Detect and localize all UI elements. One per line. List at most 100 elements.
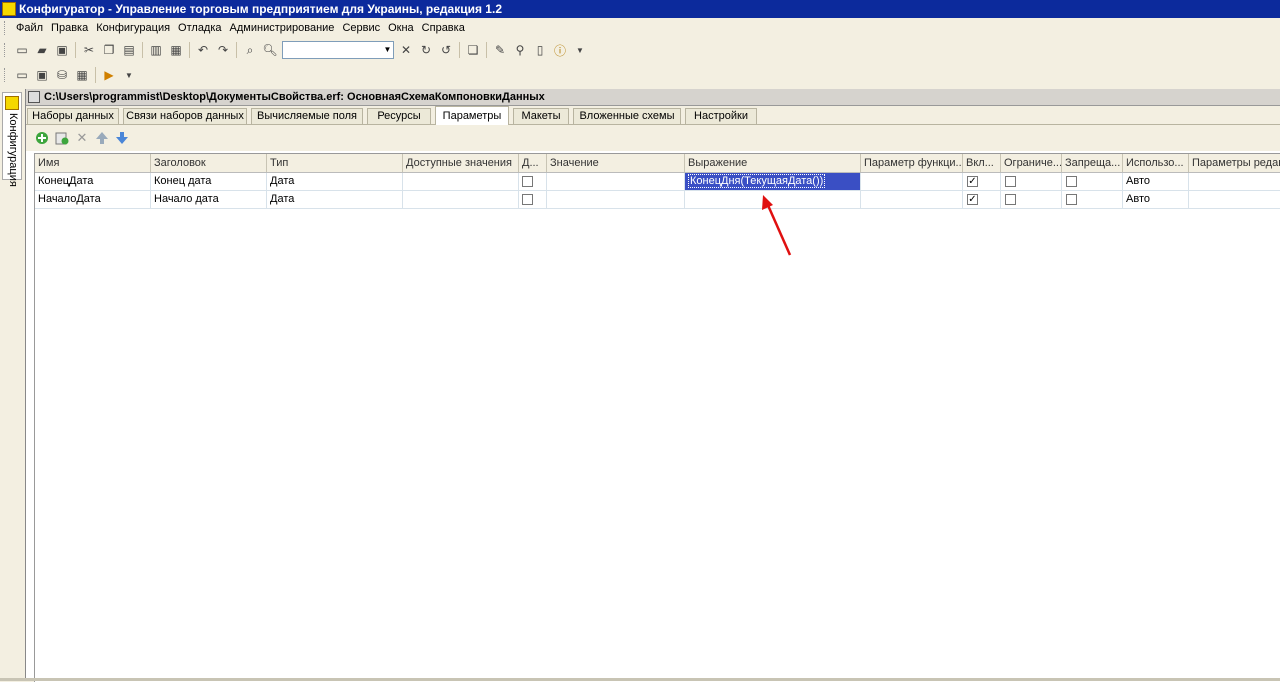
cell-title[interactable]: Начало дата <box>151 191 267 208</box>
col-d[interactable]: Д... <box>519 154 547 172</box>
run-debug-icon[interactable]: ▶ <box>101 67 117 83</box>
undo-icon[interactable]: ↶ <box>195 42 211 58</box>
syntax-assistant-icon[interactable]: ✎ <box>492 42 508 58</box>
cell-restrict[interactable] <box>1001 191 1062 208</box>
windows-icon[interactable]: ❏ <box>465 42 481 58</box>
forbid-checkbox[interactable] <box>1066 176 1077 187</box>
chevron-down-icon[interactable]: ▼ <box>382 43 393 57</box>
tab-datasets[interactable]: Наборы данных <box>27 108 119 124</box>
cell-function-param[interactable] <box>861 173 963 190</box>
toolbar-overflow-icon[interactable]: ▼ <box>121 67 137 83</box>
save-icon[interactable]: ▣ <box>54 42 70 58</box>
enabled-checkbox[interactable]: ✓ <box>967 176 978 187</box>
close-icon[interactable]: ✕ <box>398 42 414 58</box>
cell-d[interactable] <box>519 173 547 190</box>
find-in-page-icon[interactable]: ⌕ <box>242 42 258 58</box>
config-window-icon[interactable]: ▭ <box>14 67 30 83</box>
redo-icon[interactable]: ↷ <box>215 42 231 58</box>
parameters-table[interactable]: Имя Заголовок Тип Доступные значения Д..… <box>34 153 1280 682</box>
enabled-checkbox[interactable]: ✓ <box>967 194 978 205</box>
restrict-checkbox[interactable] <box>1005 194 1016 205</box>
tab-nested-schemas[interactable]: Вложенные схемы <box>573 108 681 124</box>
menu-file[interactable]: Файл <box>12 18 47 38</box>
col-forbid[interactable]: Запреща... <box>1062 154 1123 172</box>
copy-icon[interactable]: ❐ <box>101 42 117 58</box>
cell-use[interactable]: Авто <box>1123 173 1189 190</box>
print-preview-icon[interactable]: ▦ <box>168 42 184 58</box>
cell-type[interactable]: Дата <box>267 173 403 190</box>
search-next-icon[interactable]: ↻ <box>418 42 434 58</box>
cell-use[interactable]: Авто <box>1123 191 1189 208</box>
database-icon[interactable]: ⛁ <box>54 67 70 83</box>
col-name[interactable]: Имя <box>35 154 151 172</box>
add-icon[interactable] <box>35 131 49 145</box>
table-row[interactable]: НачалоДата Начало дата Дата ✓ Авто <box>35 191 1280 209</box>
cell-restrict[interactable] <box>1001 173 1062 190</box>
cell-d[interactable] <box>519 191 547 208</box>
info-icon[interactable]: ⓘ <box>552 42 568 58</box>
cell-name[interactable]: НачалоДата <box>35 191 151 208</box>
configuration-side-tab[interactable]: Конфигурация <box>2 92 22 187</box>
forbid-checkbox[interactable] <box>1066 194 1077 205</box>
menu-configuration[interactable]: Конфигурация <box>92 18 174 38</box>
new-document-icon[interactable]: ▭ <box>14 42 30 58</box>
cell-expression[interactable] <box>685 191 861 208</box>
cell-available-values[interactable] <box>403 191 519 208</box>
cell-available-values[interactable] <box>403 173 519 190</box>
col-value[interactable]: Значение <box>547 154 685 172</box>
move-down-icon[interactable] <box>115 131 129 145</box>
add-copy-icon[interactable] <box>55 131 69 145</box>
move-up-icon[interactable] <box>95 131 109 145</box>
cell-name[interactable]: КонецДата <box>35 173 151 190</box>
tab-calculated-fields[interactable]: Вычисляемые поля <box>251 108 363 124</box>
tab-layouts[interactable]: Макеты <box>513 108 569 124</box>
col-title[interactable]: Заголовок <box>151 154 267 172</box>
print-icon[interactable]: ▥ <box>148 42 164 58</box>
cell-expression[interactable]: КонецДня(ТекущаяДата()) <box>685 173 861 190</box>
col-function-param[interactable]: Параметр функци... <box>861 154 963 172</box>
cell-value[interactable] <box>547 191 685 208</box>
menu-debug[interactable]: Отладка <box>174 18 225 38</box>
config-update-icon[interactable]: ▣ <box>34 67 50 83</box>
delete-icon[interactable]: ✕ <box>75 130 89 145</box>
paste-icon[interactable]: ▤ <box>121 42 137 58</box>
help-contents-icon[interactable]: ▯ <box>532 42 548 58</box>
menu-help[interactable]: Справка <box>418 18 469 38</box>
col-enabled[interactable]: Вкл... <box>963 154 1001 172</box>
tab-resources[interactable]: Ресурсы <box>367 108 431 124</box>
tab-dataset-links[interactable]: Связи наборов данных <box>123 108 247 124</box>
col-restrict[interactable]: Ограниче... <box>1001 154 1062 172</box>
col-expression[interactable]: Выражение <box>685 154 861 172</box>
open-folder-icon[interactable]: ▰ <box>34 42 50 58</box>
menu-windows[interactable]: Окна <box>384 18 418 38</box>
help-search-icon[interactable]: ⚲ <box>512 42 528 58</box>
cell-title[interactable]: Конец дата <box>151 173 267 190</box>
col-available-values[interactable]: Доступные значения <box>403 154 519 172</box>
restrict-checkbox[interactable] <box>1005 176 1016 187</box>
cell-edit-params[interactable] <box>1189 173 1280 190</box>
table-icon[interactable]: ▦ <box>74 67 90 83</box>
cell-type[interactable]: Дата <box>267 191 403 208</box>
menu-administration[interactable]: Администрирование <box>226 18 339 38</box>
menu-edit[interactable]: Правка <box>47 18 92 38</box>
cell-function-param[interactable] <box>861 191 963 208</box>
cell-value[interactable] <box>547 173 685 190</box>
tab-parameters[interactable]: Параметры <box>435 106 509 125</box>
cell-edit-params[interactable] <box>1189 191 1280 208</box>
search-prev-icon[interactable]: ↺ <box>438 42 454 58</box>
cell-forbid[interactable] <box>1062 191 1123 208</box>
search-input[interactable]: ▼ <box>282 41 394 59</box>
cut-icon[interactable]: ✂ <box>81 42 97 58</box>
col-type[interactable]: Тип <box>267 154 403 172</box>
col-use[interactable]: Использо... <box>1123 154 1189 172</box>
search-icon[interactable]: 🔍︎ <box>262 42 278 58</box>
table-row[interactable]: КонецДата Конец дата Дата КонецДня(Текущ… <box>35 173 1280 191</box>
menu-service[interactable]: Сервис <box>338 18 384 38</box>
d-checkbox[interactable] <box>522 176 533 187</box>
cell-enabled[interactable]: ✓ <box>963 191 1001 208</box>
toolbar-overflow-icon[interactable]: ▼ <box>572 42 588 58</box>
tab-settings[interactable]: Настройки <box>685 108 757 124</box>
cell-enabled[interactable]: ✓ <box>963 173 1001 190</box>
col-edit-params[interactable]: Параметры редакт... <box>1189 154 1280 172</box>
d-checkbox[interactable] <box>522 194 533 205</box>
